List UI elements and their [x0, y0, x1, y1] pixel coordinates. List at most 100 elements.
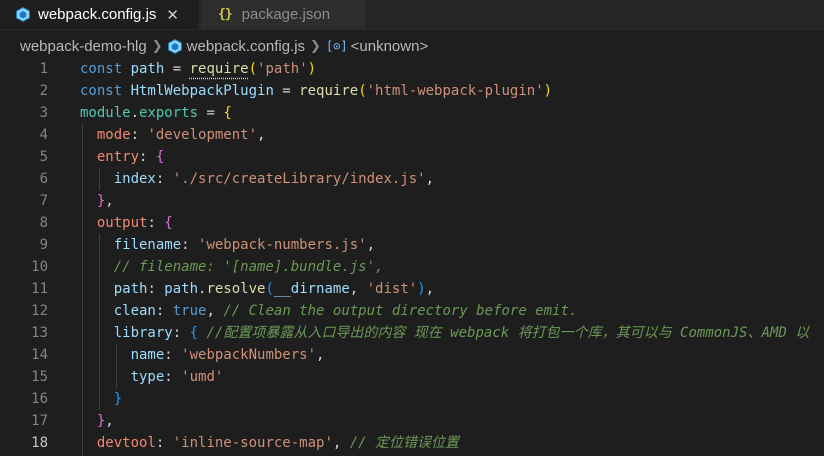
code-token: {: [164, 215, 173, 231]
code-token: 'path': [257, 61, 308, 77]
code-token: ,: [316, 347, 325, 363]
code-line[interactable]: // filename: '[name].bundle.js',: [114, 256, 384, 278]
code-line[interactable]: name: 'webpackNumbers',: [131, 344, 325, 366]
code-token: :: [164, 347, 182, 363]
code-editor[interactable]: 12345678910111213141516171819 const path…: [0, 58, 824, 456]
line-number: 6: [39, 171, 48, 187]
code-token: 'umd': [181, 369, 224, 385]
code-token: //配置项暴露从入口导出的内容 现在 webpack 将打包一个库，其可以与 C…: [198, 325, 810, 341]
code-token: HtmlWebpackPlugin: [130, 83, 274, 99]
close-icon[interactable]: ✕: [166, 6, 179, 24]
tab-package-json[interactable]: {} package.json: [201, 0, 366, 29]
webpack-file-icon: [16, 7, 30, 22]
code-token: 'webpack-numbers.js': [198, 237, 367, 253]
code-token: :: [147, 281, 165, 297]
code-token: {: [223, 105, 232, 121]
code-token: ): [417, 281, 426, 297]
code-token: require: [189, 61, 249, 77]
code-token: ,: [332, 435, 350, 451]
line-number: 16: [31, 391, 48, 407]
code-token: =: [198, 105, 224, 121]
code-token: ): [307, 61, 317, 77]
code-token: module: [80, 105, 131, 121]
code-token: 'development': [147, 127, 258, 143]
code-token: entry: [96, 149, 140, 165]
code-token: {: [189, 325, 199, 341]
code-token: (: [248, 61, 258, 77]
line-number: 18: [31, 435, 48, 451]
code-token: const: [80, 83, 131, 99]
code-token: resolve: [206, 281, 266, 297]
code-token: 'dist': [366, 281, 418, 297]
line-number: 1: [39, 61, 48, 77]
code-token: ,: [257, 127, 266, 143]
breadcrumb-folder[interactable]: webpack-demo-hlg: [20, 38, 147, 55]
line-number: 10: [31, 259, 48, 275]
code-token: devtool: [96, 435, 156, 451]
breadcrumb-file[interactable]: webpack.config.js: [187, 38, 305, 55]
tab-label: webpack.config.js: [38, 6, 157, 23]
code-line[interactable]: module.exports = {: [80, 102, 232, 124]
line-number: 2: [39, 83, 48, 99]
code-token: :: [155, 303, 173, 319]
code-line[interactable]: entry: {: [97, 146, 164, 168]
indent-guide: [98, 168, 100, 190]
code-token: ,: [206, 303, 224, 319]
code-token: :: [139, 149, 156, 165]
code-line[interactable]: type: 'umd': [131, 366, 224, 388]
line-number: 11: [31, 281, 48, 297]
line-number: 15: [31, 369, 48, 385]
line-number: 14: [31, 347, 48, 363]
code-token: }: [113, 391, 123, 407]
code-line[interactable]: output: {: [97, 212, 173, 234]
code-line[interactable]: },: [97, 190, 114, 212]
code-token: // 定位错误位置: [349, 435, 460, 451]
line-number: 5: [39, 149, 48, 165]
code-line[interactable]: const path = require('path'): [80, 58, 316, 80]
code-token: filename: [113, 237, 182, 253]
line-number: 4: [39, 127, 48, 143]
code-line[interactable]: }: [114, 388, 122, 410]
code-token: mode: [96, 127, 131, 143]
code-line[interactable]: devtool: 'inline-source-map', // 定位错误位置: [97, 432, 459, 454]
code-token: type: [130, 369, 165, 385]
code-line[interactable]: mode: 'development',: [97, 124, 266, 146]
tab-webpack-config[interactable]: webpack.config.js ✕: [0, 0, 200, 29]
code-line[interactable]: },: [97, 410, 114, 432]
code-token: output: [96, 215, 148, 231]
code-token: :: [130, 127, 148, 143]
code-token: path: [130, 61, 165, 77]
code-token: true: [172, 303, 207, 319]
code-line[interactable]: path: path.resolve(__dirname, 'dist'),: [114, 278, 434, 300]
line-number: 17: [31, 413, 48, 429]
code-line[interactable]: index: './src/createLibrary/index.js',: [114, 168, 434, 190]
code-token: index: [113, 171, 156, 187]
code-token: =: [273, 83, 300, 99]
line-number: 13: [31, 325, 48, 341]
code-line[interactable]: clean: true, // Clean the output directo…: [114, 300, 578, 322]
line-number: 7: [39, 193, 48, 209]
code-line[interactable]: filename: 'webpack-numbers.js',: [114, 234, 375, 256]
code-token: require: [299, 83, 359, 99]
code-token: __dirname: [273, 281, 350, 297]
code-token: ): [543, 83, 553, 99]
breadcrumb-symbol[interactable]: <unknown>: [351, 38, 429, 55]
chevron-right-icon: ❯: [310, 38, 321, 53]
code-line[interactable]: const HtmlWebpackPlugin = require('html-…: [80, 80, 552, 102]
code-token: :: [181, 237, 199, 253]
code-token: (: [358, 83, 367, 99]
chevron-right-icon: ❯: [151, 38, 163, 53]
line-number: 8: [39, 215, 48, 231]
indent-guide: [115, 344, 117, 388]
code-token: ,: [366, 237, 376, 253]
code-token: exports: [139, 105, 199, 121]
webpack-file-icon: [167, 38, 182, 54]
tab-label: package.json: [241, 6, 331, 23]
code-token: .: [130, 105, 140, 121]
code-token: :: [155, 435, 173, 451]
code-token: ,: [425, 281, 435, 297]
line-number: 9: [39, 237, 48, 253]
indent-guide: [82, 124, 83, 456]
code-token: path: [164, 281, 199, 297]
code-line[interactable]: library: { //配置项暴露从入口导出的内容 现在 webpack 将打…: [114, 322, 809, 344]
